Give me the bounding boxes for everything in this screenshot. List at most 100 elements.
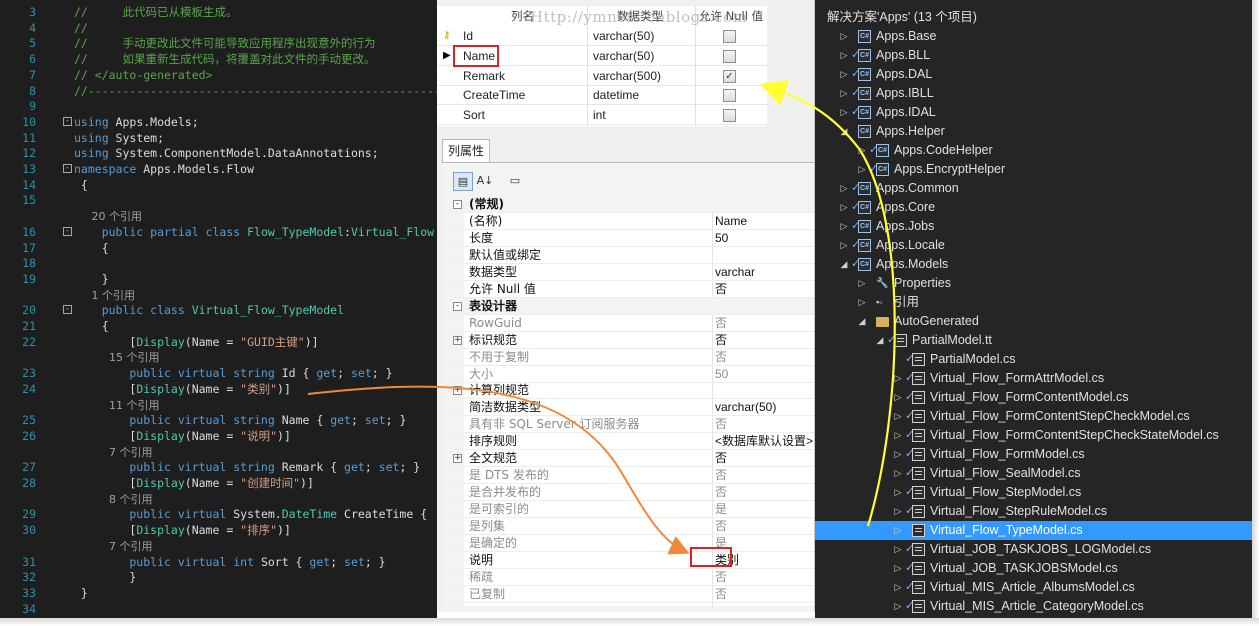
collapse-icon[interactable]: - (63, 226, 72, 236)
expand-arrow-icon[interactable]: ▷ (893, 502, 903, 521)
property-row[interactable]: + 标识规范 否 (452, 332, 814, 349)
collapse-icon[interactable]: - (63, 116, 72, 126)
expand-arrow-icon[interactable]: ▷ (839, 103, 849, 122)
property-value[interactable]: varchar (715, 264, 755, 281)
property-row[interactable]: 是确定的是 (452, 535, 814, 552)
collapse-arrow-icon[interactable]: ◢ (839, 255, 849, 274)
expand-arrow-icon[interactable]: ▷ (893, 369, 903, 388)
property-value[interactable]: 否 (715, 315, 727, 332)
property-value[interactable]: varchar(50) (715, 399, 776, 416)
expand-arrow-icon[interactable]: ▷ (839, 46, 849, 65)
collapse-icon[interactable]: - (63, 305, 72, 315)
property-value[interactable]: Name (715, 213, 747, 230)
property-value[interactable]: 否 (715, 450, 727, 467)
expand-arrow-icon[interactable]: ▷ (893, 559, 903, 578)
solution-tree-item[interactable]: ▷ ✓ Virtual_Flow_StepRuleModel.cs (815, 502, 1252, 521)
solution-tree-item[interactable]: ▷ ✓ C# Apps.DAL (815, 65, 1252, 84)
data-type-cell[interactable]: datetime (593, 85, 639, 105)
expand-arrow-icon[interactable]: ▷ (857, 293, 867, 312)
expand-arrow-icon[interactable]: ▷ (893, 388, 903, 407)
solution-tree-item[interactable]: ◢ ✓ PartialModel.tt (815, 331, 1252, 350)
expand-arrow-icon[interactable]: ▷ (893, 464, 903, 483)
expand-arrow-icon[interactable]: ▷ (839, 217, 849, 236)
property-category[interactable]: - 表设计器 (452, 297, 814, 315)
solution-tree-item[interactable]: ▷ ✓ C# Apps.EncryptHelper (815, 160, 1252, 179)
collapse-icon[interactable]: - (453, 200, 462, 209)
solution-tree-item[interactable]: 解决方案'Apps' (13 个项目) (815, 8, 1252, 27)
expand-arrow-icon[interactable]: ▷ (893, 445, 903, 464)
data-type-cell[interactable]: int (593, 105, 606, 125)
solution-tree-item[interactable]: ▷ ✓ C# Apps.BLL (815, 46, 1252, 65)
column-name-cell[interactable]: Id (463, 26, 473, 46)
expand-arrow-icon[interactable]: ▷ (839, 84, 849, 103)
solution-explorer[interactable]: 解决方案'Apps' (13 个项目) ▷ C# Apps.Base ▷ ✓ C# Apps.… (815, 0, 1252, 618)
property-row[interactable]: RowGuid 否 (452, 315, 814, 332)
expand-arrow-icon[interactable]: ▷ (893, 426, 903, 445)
solution-tree-item[interactable]: ▷ 🔧 Properties (815, 274, 1252, 293)
solution-tree-item[interactable]: ▷ ✓ C# Apps.Locale (815, 236, 1252, 255)
collapse-icon[interactable]: - (63, 164, 72, 173)
property-row[interactable]: 简洁数据类型 varchar(50) (452, 399, 814, 417)
expand-arrow-icon[interactable]: ▷ (893, 540, 903, 559)
expand-arrow-icon[interactable]: ▷ (857, 160, 867, 179)
data-type-cell[interactable]: varchar(50) (593, 26, 654, 46)
solution-tree-item[interactable]: ▷ ✓ Virtual_JOB_TASKJOBS_LOGModel.cs (815, 540, 1252, 559)
expand-arrow-icon[interactable]: ▷ (857, 274, 867, 293)
table-row[interactable]: ⚷ Id varchar(50) (437, 26, 767, 46)
property-row[interactable]: + 全文规范 否 (452, 450, 814, 468)
expand-arrow-icon[interactable]: ▷ (839, 27, 849, 46)
property-row[interactable]: 具有非 SQL Server 订阅服务器 否 (452, 416, 814, 434)
property-value[interactable]: 否 (715, 484, 727, 501)
table-designer[interactable]: 列名 数据类型 允许 Null 值 ⚷ Id varchar(50) ▶ Name var… (437, 0, 815, 612)
expand-arrow-icon[interactable]: ▷ (839, 236, 849, 255)
property-row[interactable]: + 计算列规范 (452, 382, 814, 400)
solution-tree-item[interactable]: ▷ ✓ Virtual_Flow_StepModel.cs (815, 483, 1252, 502)
solution-tree-item[interactable]: ▷ ✓ Virtual_JOB_TASKJOBSModel.cs (815, 559, 1252, 578)
solution-tree-item[interactable]: ▷ ✓ C# Apps.Jobs (815, 217, 1252, 236)
codelens-reference[interactable]: 8 个引用 (0, 491, 437, 507)
expand-arrow-icon[interactable]: ▷ (839, 65, 849, 84)
solution-tree-item[interactable]: ◢ ✓ C# Apps.Models (815, 255, 1252, 274)
allow-null-checkbox[interactable] (723, 109, 736, 123)
table-row[interactable]: Sort int (437, 105, 767, 126)
solution-tree-item[interactable]: ▷ Virtual_Flow_TypeModel.cs (815, 521, 1252, 540)
property-row[interactable]: 是列集 否 (452, 518, 814, 536)
property-value[interactable]: 否 (715, 349, 727, 366)
property-value[interactable]: 否 (715, 467, 727, 484)
property-row[interactable]: 是合并发布的 否 (452, 484, 814, 502)
solution-tree-item[interactable]: ▷ ✓ Virtual_Flow_FormContentModel.cs (815, 388, 1252, 407)
property-row[interactable]: 允许 Null 值 否 (452, 281, 814, 298)
solution-tree-item[interactable]: ◢ C# Apps.Helper (815, 122, 1252, 141)
solution-tree-item[interactable]: ▷ ✓ C# Apps.CodeHelper (815, 141, 1252, 160)
codelens-reference[interactable]: 7 个引用 (0, 444, 437, 460)
expand-icon[interactable]: + (453, 454, 462, 464)
allow-null-checkbox[interactable] (723, 89, 736, 103)
tab-column-properties[interactable]: 列属性 (442, 139, 490, 163)
codelens-reference[interactable]: 15 个引用 (0, 349, 437, 365)
solution-tree-item[interactable]: ▷ ▪▫ 引用 (815, 293, 1252, 312)
code-editor[interactable]: 3 // 此代码已从模板生成。 4 // 5 // 手动更改此文件可能导致应用程序出现意外… (0, 0, 437, 618)
property-row[interactable]: 是 DTS 发布的 否 (452, 467, 814, 485)
expand-arrow-icon[interactable]: ▷ (839, 179, 849, 198)
codelens-reference[interactable]: 7 个引用 (0, 538, 437, 554)
property-category[interactable]: - (常规) (452, 196, 814, 213)
codelens-reference[interactable]: 1 个引用 (0, 287, 437, 303)
solution-tree-item[interactable]: ▷ C# Apps.Base (815, 27, 1252, 46)
allow-null-checkbox[interactable] (723, 49, 736, 63)
solution-tree-item[interactable]: ▷ ✓ Virtual_Flow_FormAttrModel.cs (815, 369, 1252, 388)
property-grid[interactable]: - (常规) (名称) Name 长度 50 默认值或绑定 数据类型 varchar 允许 Nul… (452, 196, 814, 606)
property-value[interactable]: 否 (715, 416, 727, 433)
collapse-icon[interactable]: - (453, 301, 462, 311)
property-row[interactable]: 稀疏 否 (452, 569, 814, 586)
property-row[interactable]: 排序规则 <数据库默认设置> (452, 433, 814, 451)
column-name-cell[interactable]: Sort (463, 105, 485, 125)
solution-tree-item[interactable]: ▷ ✓ C# Apps.Common (815, 179, 1252, 198)
property-value[interactable]: 否 (715, 518, 727, 535)
expand-arrow-icon[interactable]: ▷ (857, 141, 867, 160)
solution-tree-item[interactable]: ▷ ✓ Virtual_Flow_FormContentStepCheckModel… (815, 407, 1252, 426)
column-name-cell[interactable]: Remark (463, 66, 505, 86)
property-value[interactable]: 50 (715, 230, 728, 247)
property-row[interactable]: 长度 50 (452, 230, 814, 247)
property-row[interactable]: 大小 50 (452, 366, 814, 383)
expand-icon[interactable]: + (453, 335, 462, 345)
